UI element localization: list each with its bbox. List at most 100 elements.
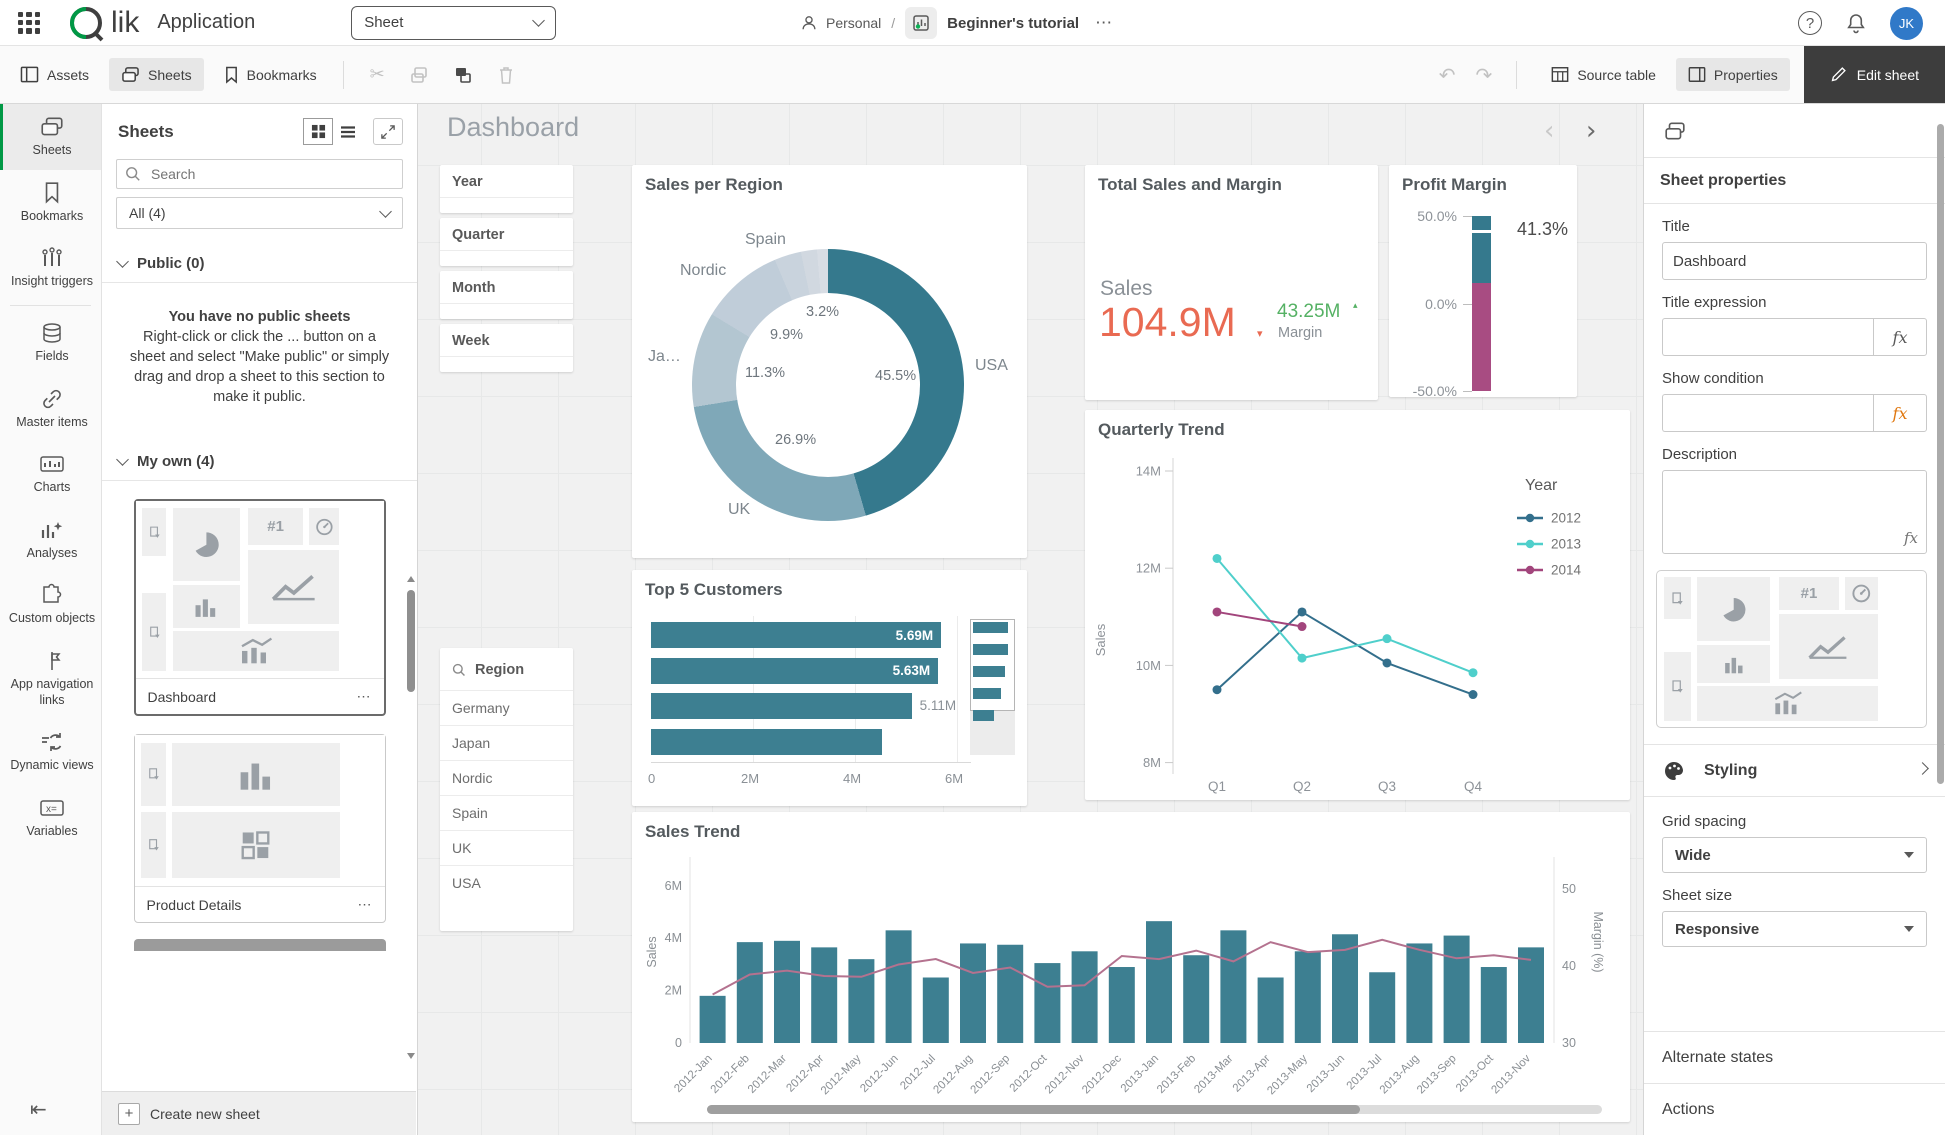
region-item-uk[interactable]: UK bbox=[440, 830, 573, 865]
expand-panel-icon[interactable] bbox=[373, 118, 403, 145]
sheet-selector[interactable]: Sheet bbox=[351, 6, 556, 40]
region-filter-listbox[interactable]: Region GermanyJapanNordicSpainUKUSA bbox=[440, 648, 573, 931]
bar-value-label: 5.69M bbox=[896, 628, 942, 643]
sheets-scrollbar-thumb[interactable] bbox=[407, 590, 415, 692]
personal-label[interactable]: Personal bbox=[826, 15, 881, 31]
svg-text:50: 50 bbox=[1562, 882, 1576, 896]
filter-week[interactable]: Week bbox=[440, 324, 573, 372]
scroll-up-icon[interactable] bbox=[407, 575, 415, 587]
thumb-filter-icon bbox=[142, 508, 167, 556]
sheet-card-product-details[interactable]: Product Details ⋯ bbox=[134, 734, 386, 923]
thumb-kpi-icon: #1 bbox=[1779, 577, 1838, 610]
sidebar-item-dynamic-views[interactable]: Dynamic views bbox=[0, 719, 101, 785]
bar-customer-2[interactable]: 5.63M bbox=[651, 658, 938, 684]
bar-customer-3[interactable] bbox=[651, 693, 912, 719]
app-title[interactable]: Beginner's tutorial bbox=[947, 15, 1079, 32]
sales-per-region-chart[interactable]: Sales per Region Spain Nordic Ja… UK USA… bbox=[632, 165, 1027, 558]
top5-customers-chart[interactable]: Top 5 Customers 02M4M6M5.69M5.63M5.11M bbox=[632, 570, 1027, 806]
region-item-germany[interactable]: Germany bbox=[440, 690, 573, 725]
sheet-card-partial[interactable] bbox=[134, 939, 386, 951]
sidebar-item-bookmarks[interactable]: Bookmarks bbox=[0, 170, 101, 236]
region-item-spain[interactable]: Spain bbox=[440, 795, 573, 830]
sidebar-item-charts[interactable]: Charts bbox=[0, 441, 101, 507]
expression-editor-button[interactable]: fx bbox=[1873, 394, 1927, 432]
help-icon[interactable]: ? bbox=[1798, 11, 1822, 35]
scroll-down-icon[interactable] bbox=[407, 1052, 415, 1064]
svg-text:2013-Nov: 2013-Nov bbox=[1489, 1052, 1533, 1096]
redo-icon[interactable]: ↷ bbox=[1476, 63, 1493, 87]
chart-minimap[interactable] bbox=[973, 618, 1013, 756]
sheet-filter-dropdown[interactable]: All (4) bbox=[116, 197, 403, 229]
sidebar-item-variables[interactable]: x=Variables bbox=[0, 785, 101, 851]
sidebar-item-insight-triggers[interactable]: Insight triggers bbox=[0, 235, 101, 301]
styling-section[interactable]: Styling bbox=[1644, 744, 1945, 796]
list-view-icon[interactable] bbox=[333, 118, 363, 145]
properties-scrollbar-thumb[interactable] bbox=[1937, 124, 1944, 784]
region-item-nordic[interactable]: Nordic bbox=[440, 760, 573, 795]
filter-quarter[interactable]: Quarter bbox=[440, 218, 573, 266]
source-table-button[interactable]: Source table bbox=[1539, 58, 1668, 91]
gauge-axis-tick bbox=[1463, 391, 1472, 392]
sheet-card-menu-icon[interactable]: ⋯ bbox=[357, 688, 372, 705]
gauge-value-label: 41.3% bbox=[1517, 219, 1568, 240]
region-item-japan[interactable]: Japan bbox=[440, 725, 573, 760]
bookmarks-button[interactable]: Bookmarks bbox=[212, 58, 329, 92]
expression-editor-button[interactable]: fx bbox=[1873, 318, 1927, 356]
master-items-icon bbox=[39, 387, 65, 411]
grid-spacing-select[interactable]: Wide bbox=[1662, 837, 1927, 873]
svg-text:Q1: Q1 bbox=[1208, 779, 1226, 794]
sidebar-item-app-navigation-links[interactable]: App navigation links bbox=[0, 638, 101, 719]
sheets-button[interactable]: Sheets bbox=[109, 58, 204, 91]
public-section-header[interactable]: Public (0) bbox=[102, 239, 417, 283]
description-textarea[interactable]: fx bbox=[1662, 470, 1927, 554]
grid-view-icon[interactable] bbox=[303, 118, 333, 145]
region-item-usa[interactable]: USA bbox=[440, 865, 573, 900]
app-launcher-icon[interactable] bbox=[18, 12, 40, 34]
filter-year[interactable]: Year bbox=[440, 165, 573, 213]
next-sheet-icon[interactable]: › bbox=[1586, 116, 1596, 146]
expression-editor-icon[interactable]: fx bbox=[1904, 529, 1918, 547]
app-thumbnail-icon[interactable] bbox=[905, 7, 937, 39]
undo-icon[interactable]: ↶ bbox=[1439, 63, 1456, 87]
sidebar-item-analyses[interactable]: Analyses bbox=[0, 507, 101, 573]
sheet-properties-icon[interactable] bbox=[1664, 121, 1686, 141]
user-avatar[interactable]: JK bbox=[1890, 7, 1923, 40]
actions-section[interactable]: Actions bbox=[1644, 1083, 1945, 1135]
sheet-search-input[interactable] bbox=[149, 165, 394, 183]
prev-sheet-icon[interactable]: ‹ bbox=[1544, 116, 1554, 146]
sidebar-item-master-items[interactable]: Master items bbox=[0, 376, 101, 442]
alternate-states-section[interactable]: Alternate states bbox=[1644, 1031, 1945, 1083]
bar-customer-1[interactable]: 5.69M bbox=[651, 622, 941, 648]
my-own-section-header[interactable]: My own (4) bbox=[102, 437, 417, 481]
create-new-sheet-button[interactable]: + Create new sheet bbox=[102, 1091, 416, 1135]
properties-button[interactable]: Properties bbox=[1676, 58, 1790, 91]
app-more-menu[interactable]: ⋯ bbox=[1095, 13, 1114, 33]
pencil-icon bbox=[1830, 66, 1847, 83]
svg-text:2012-May: 2012-May bbox=[819, 1052, 864, 1097]
assets-button[interactable]: Assets bbox=[8, 58, 101, 91]
sheet-size-select[interactable]: Responsive bbox=[1662, 911, 1927, 947]
quarterly-trend-chart[interactable]: Quarterly Trend 8M10M12M14MQ1Q2Q3Q4Sales… bbox=[1085, 410, 1630, 800]
title-input[interactable] bbox=[1662, 242, 1927, 280]
sidebar-item-sheets[interactable]: Sheets bbox=[0, 104, 101, 170]
sales-trend-chart[interactable]: Sales Trend 02M4M6M304050SalesMargin (%)… bbox=[632, 812, 1630, 1122]
scrollbar-thumb[interactable] bbox=[707, 1105, 1360, 1114]
sheet-card-dashboard[interactable]: #1 Dashboard ⋯ bbox=[134, 499, 386, 716]
gauge-axis-label: 0.0% bbox=[1402, 296, 1457, 312]
sidebar-item-label: Dynamic views bbox=[10, 758, 93, 774]
title-expression-input[interactable] bbox=[1662, 318, 1873, 356]
chart-horizontal-scrollbar[interactable] bbox=[707, 1105, 1602, 1114]
profit-margin-gauge[interactable]: Profit Margin 50.0%0.0%-50.0% 41.3% bbox=[1389, 165, 1577, 397]
show-condition-input[interactable] bbox=[1662, 394, 1873, 432]
notifications-bell-icon[interactable] bbox=[1844, 11, 1868, 35]
filter-month[interactable]: Month bbox=[440, 271, 573, 319]
sheet-card-menu-icon[interactable]: ⋯ bbox=[358, 896, 373, 913]
sheet-search[interactable] bbox=[116, 159, 403, 189]
sidebar-item-fields[interactable]: Fields bbox=[0, 310, 101, 376]
edit-sheet-button[interactable]: Edit sheet bbox=[1804, 46, 1945, 103]
total-sales-margin-kpi[interactable]: Total Sales and Margin Sales 104.9M ▾ 43… bbox=[1085, 165, 1378, 400]
bar-customer-4[interactable] bbox=[651, 729, 882, 755]
sidebar-item-custom-objects[interactable]: Custom objects bbox=[0, 572, 101, 638]
sheet-selector-value: Sheet bbox=[364, 14, 534, 31]
collapse-rail-icon[interactable]: ⇤ bbox=[30, 1097, 47, 1121]
